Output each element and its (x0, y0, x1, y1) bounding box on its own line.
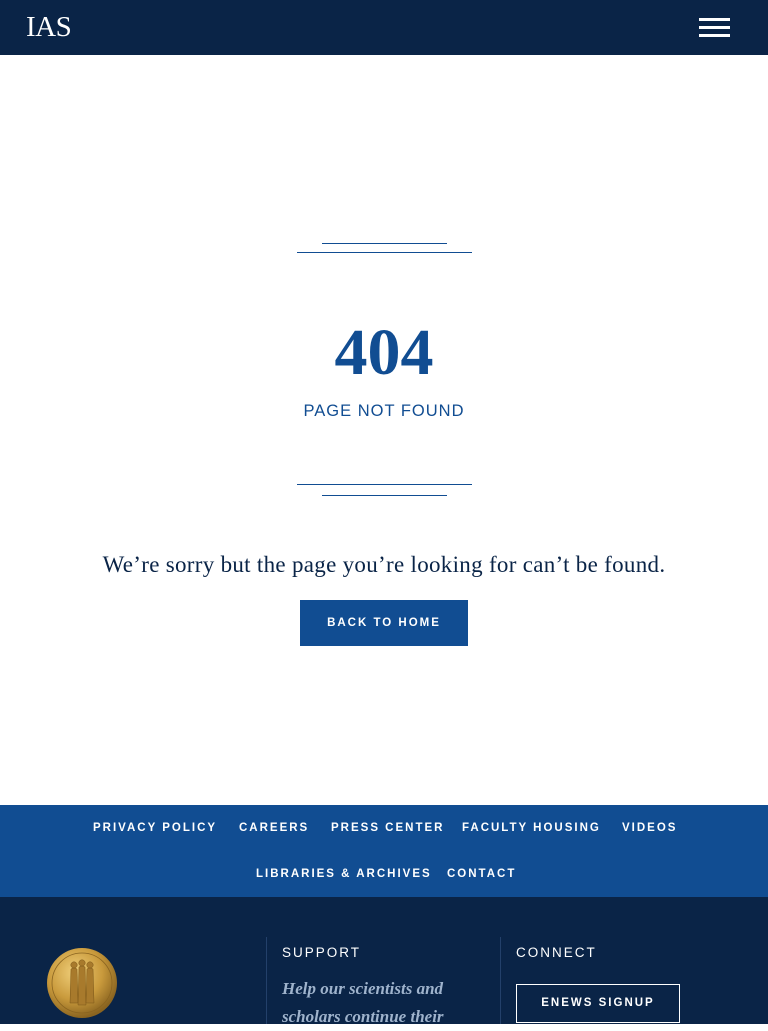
hamburger-menu-icon[interactable] (699, 17, 731, 39)
connect-heading: CONNECT (516, 945, 597, 960)
footer-links-bar: PRIVACY POLICY CAREERS PRESS CENTER FACU… (0, 805, 768, 897)
divider-bottom-long (297, 484, 472, 485)
enews-signup-button[interactable]: ENEWS SIGNUP (516, 984, 680, 1023)
footer-divider-right (500, 937, 501, 1024)
footer-link-videos[interactable]: VIDEOS (622, 821, 677, 835)
support-text: Help our scientists and scholars continu… (282, 979, 444, 1026)
footer-link-careers[interactable]: CAREERS (239, 821, 309, 835)
error-message: We’re sorry but the page you’re looking … (102, 552, 666, 577)
footer-link-contact[interactable]: CONTACT (447, 867, 516, 881)
footer-divider-left (266, 937, 267, 1024)
back-to-home-button[interactable]: BACK TO HOME (300, 600, 468, 646)
ias-medal-icon (47, 948, 117, 1018)
site-header: IAS (0, 0, 768, 55)
menu-bar (699, 18, 730, 21)
divider-top-long (297, 252, 472, 253)
footer-link-housing[interactable]: FACULTY HOUSING (462, 821, 601, 835)
divider-top-short (322, 243, 447, 244)
ias-logo[interactable]: IAS (26, 12, 72, 42)
footer-link-press[interactable]: PRESS CENTER (331, 821, 444, 835)
divider-bottom-short (322, 495, 447, 496)
footer-link-privacy[interactable]: PRIVACY POLICY (93, 821, 217, 835)
support-heading: SUPPORT (282, 945, 362, 960)
error-code: 404 (334, 316, 434, 389)
menu-bar (699, 26, 730, 29)
error-subtitle: PAGE NOT FOUND (303, 402, 465, 420)
menu-bar (699, 34, 730, 37)
footer-link-libraries[interactable]: LIBRARIES & ARCHIVES (256, 867, 432, 881)
